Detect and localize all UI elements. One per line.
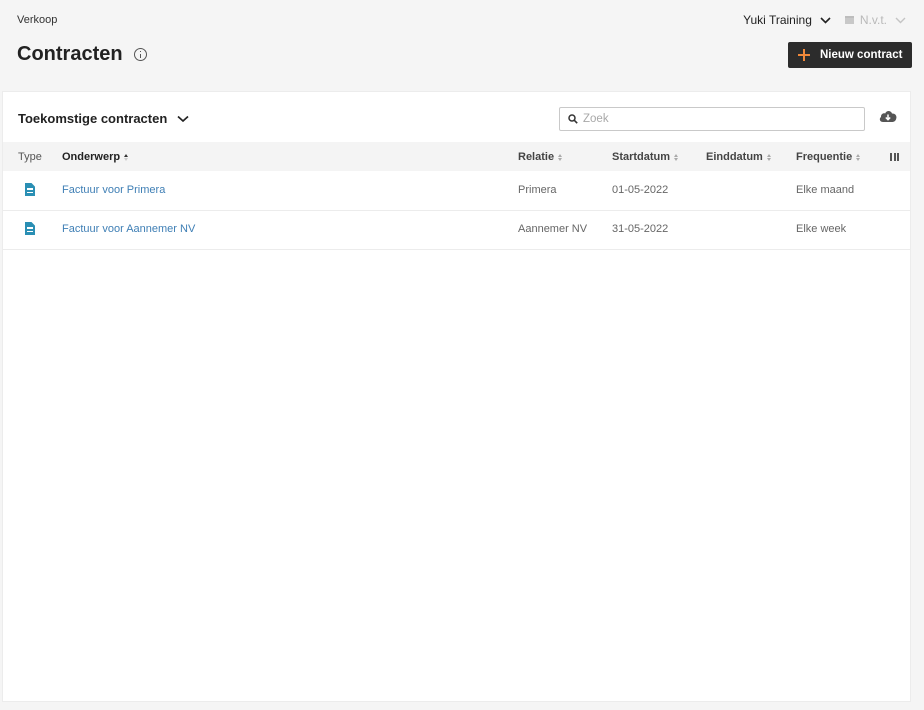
view-selector[interactable]: Toekomstige contracten xyxy=(18,111,189,126)
calendar-icon xyxy=(844,16,854,24)
company-name: Yuki Training xyxy=(743,13,812,27)
relation-cell: Primera xyxy=(518,184,557,196)
chevron-down-icon xyxy=(177,115,189,122)
chevron-down-icon xyxy=(895,17,906,23)
column-header-start-date[interactable]: Startdatum xyxy=(612,151,679,163)
cloud-download-icon[interactable] xyxy=(878,109,898,123)
search-icon xyxy=(568,114,578,124)
plus-icon xyxy=(798,49,810,61)
sort-icon xyxy=(558,153,563,161)
page-title: Contracten xyxy=(17,43,147,66)
new-contract-label: Nieuw contract xyxy=(820,49,903,61)
column-header-end-date[interactable]: Einddatum xyxy=(706,151,771,163)
table-header: Type Onderwerp Relatie Startdatum Eindda… xyxy=(3,142,910,171)
column-settings-icon[interactable] xyxy=(890,153,901,161)
frequency-cell: Elke maand xyxy=(796,184,855,196)
search-box[interactable] xyxy=(559,107,865,131)
column-header-frequency[interactable]: Frequentie xyxy=(796,151,861,163)
search-input[interactable] xyxy=(583,113,843,125)
header-context: Yuki Training N.v.t. xyxy=(743,13,906,27)
sort-icon xyxy=(674,153,679,161)
view-label: Toekomstige contracten xyxy=(18,111,168,126)
period-selector[interactable]: N.v.t. xyxy=(844,13,906,27)
new-contract-button[interactable]: Nieuw contract xyxy=(788,42,912,68)
start-date-cell: 31-05-2022 xyxy=(612,223,669,235)
invoice-document-icon xyxy=(25,222,35,235)
sort-icon xyxy=(856,153,861,161)
sort-icon xyxy=(766,153,771,161)
table-row[interactable]: Factuur voor Primera Primera 01-05-2022 … xyxy=(3,171,910,211)
contracts-panel: Toekomstige contracten Type Onderwerp Re… xyxy=(2,91,911,702)
breadcrumb[interactable]: Verkoop xyxy=(17,14,57,26)
column-header-subject[interactable]: Onderwerp xyxy=(62,151,129,163)
frequency-cell: Elke week xyxy=(796,223,847,235)
column-header-type: Type xyxy=(18,151,42,163)
subject-link[interactable]: Factuur voor Primera xyxy=(62,184,165,196)
relation-cell: Aannemer NV xyxy=(518,223,588,235)
page-title-text: Contracten xyxy=(17,43,123,65)
subject-link[interactable]: Factuur voor Aannemer NV xyxy=(62,223,195,235)
sort-icon xyxy=(124,153,129,161)
invoice-document-icon xyxy=(25,183,35,196)
column-header-relation[interactable]: Relatie xyxy=(518,151,563,163)
info-icon[interactable] xyxy=(133,48,147,61)
period-label: N.v.t. xyxy=(859,13,887,27)
table-row[interactable]: Factuur voor Aannemer NV Aannemer NV 31-… xyxy=(3,210,910,250)
company-selector[interactable]: Yuki Training xyxy=(743,13,831,27)
start-date-cell: 01-05-2022 xyxy=(612,184,669,196)
chevron-down-icon xyxy=(820,16,831,24)
